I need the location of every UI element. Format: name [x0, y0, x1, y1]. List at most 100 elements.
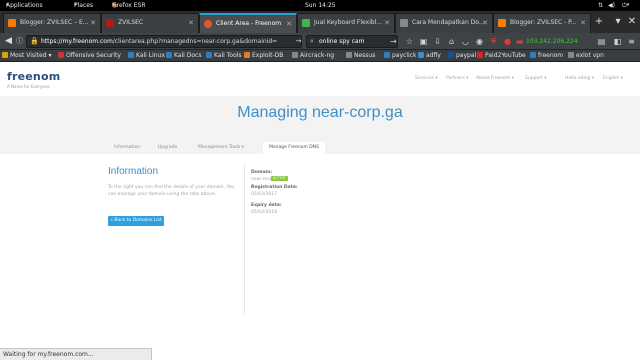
volume-icon[interactable]: ◀): [608, 0, 615, 11]
close-tab-icon[interactable]: ✕: [580, 14, 586, 32]
extension-icon[interactable]: ▤: [596, 36, 607, 47]
search-go-icon[interactable]: →: [388, 36, 399, 47]
go-arrow-icon[interactable]: →: [292, 35, 305, 48]
close-tab-icon[interactable]: ✕: [188, 14, 194, 32]
bookmark-label: payclick: [392, 52, 417, 59]
close-tab-icon[interactable]: ✕: [482, 14, 488, 32]
system-top-bar: Applications ▾ Places ▾ ● Firefox ESR ▾ …: [0, 0, 640, 11]
url-host: https://my.freenom.com: [41, 38, 113, 45]
clock[interactable]: Sun 14:25: [305, 0, 336, 11]
aircrack-icon: [292, 52, 298, 58]
bookmark-kali-tools[interactable]: Kali Tools: [206, 50, 242, 62]
adfly-icon: [418, 52, 424, 58]
bookmarks-toolbar: Most Visited ▾ Offensive Security Kali L…: [0, 50, 640, 62]
pocket-icon[interactable]: ◡: [460, 36, 471, 47]
bookmark-freenom[interactable]: freenom: [530, 50, 563, 62]
search-input[interactable]: ⌕ online spy cam: [306, 35, 398, 48]
tab-management-tools[interactable]: Management Tools ▾: [192, 142, 250, 154]
bookmarks-menu-icon[interactable]: ▣: [418, 36, 429, 47]
page-banner: Managing near-corp.ga: [0, 96, 640, 138]
information-heading: Information: [108, 166, 159, 177]
bookmark-star-icon[interactable]: ☆: [404, 36, 415, 47]
nav-partners[interactable]: Partners ▾: [446, 76, 468, 81]
addon-icon[interactable]: ◉: [474, 36, 485, 47]
tab-information[interactable]: Information: [108, 142, 146, 154]
network-icon[interactable]: ⇅: [598, 0, 603, 11]
tab-blogger-p[interactable]: Blogger: ZVILSEC - P... ✕: [493, 13, 591, 33]
status-bar: Waiting for my.freenom.com...: [0, 348, 152, 360]
tab-upgrade[interactable]: Upgrade: [152, 142, 183, 154]
bookmark-label: freenom: [538, 52, 564, 59]
bookmark-nessus[interactable]: Nessus: [346, 50, 375, 62]
power-icon[interactable]: ⏻ ▾: [622, 0, 629, 11]
addon-red-icon[interactable]: ●: [502, 36, 513, 47]
information-text: To the right you can find the details of…: [108, 185, 235, 197]
bookmark-most-visited[interactable]: Most Visited ▾: [2, 50, 51, 62]
vpn-icon: [568, 52, 574, 58]
shop-icon: [302, 19, 310, 27]
nav-language[interactable]: English ▾: [603, 76, 623, 81]
lock-icon: 🔒: [30, 37, 39, 45]
tab-label: Client Area - Freenom: [216, 20, 282, 27]
url-path: /clientarea.php?managedns=near-corp.ga&d…: [112, 38, 278, 45]
shield-icon[interactable]: ⛨: [488, 36, 499, 47]
bookmark-offensive-security[interactable]: Offensive Security: [58, 50, 121, 62]
bookmark-kali-linux[interactable]: Kali Linux: [128, 50, 165, 62]
url-bar[interactable]: 🔒 https://my.freenom.com/clientarea.php?…: [26, 35, 302, 48]
download-icon[interactable]: ⇩: [432, 36, 443, 47]
nav-support[interactable]: Support ▾: [525, 76, 546, 81]
new-tab-button[interactable]: +: [593, 15, 605, 29]
bookmark-label: Offensive Security: [66, 52, 121, 59]
back-to-domains-button[interactable]: « Back to Domains List: [108, 216, 164, 226]
hamburger-menu-icon[interactable]: ≡: [626, 36, 637, 47]
kali-icon: [128, 52, 134, 58]
column-divider: [244, 164, 245, 314]
tab-blogger-edit[interactable]: Blogger: ZVILSEC – E... ✕: [3, 13, 101, 33]
close-tab-icon[interactable]: ✕: [286, 15, 292, 33]
expiry-date-label: Expiry date:: [251, 203, 282, 208]
bookmark-label: exlot vpn: [576, 52, 604, 59]
exploit-db-icon: [244, 52, 250, 58]
tab-list-button[interactable]: ▾: [612, 15, 624, 29]
tab-cara-mendapatkan[interactable]: Cara Mendapatkan Do... ✕: [395, 13, 493, 33]
flag-icon[interactable]: ▬: [514, 36, 525, 47]
ip-address: 103.242.206.224: [526, 38, 578, 45]
domain-subnav: Information Upgrade Management Tools ▾ M…: [0, 138, 640, 154]
page-icon: [400, 19, 408, 27]
nav-about-freenom[interactable]: About Freenom ▾: [476, 76, 514, 81]
bookmark-adfly[interactable]: adfly: [418, 50, 441, 62]
nav-user-menu[interactable]: Hello ading ▾: [565, 76, 594, 81]
site-icon: [106, 19, 114, 27]
close-tab-icon[interactable]: ✕: [384, 14, 390, 32]
freenom-logo[interactable]: freenom: [7, 70, 60, 83]
tab-jual-keyboard[interactable]: Jual Keyboard Flexibl... ✕: [297, 13, 395, 33]
bookmark-exlot-vpn[interactable]: exlot vpn: [568, 50, 604, 62]
paid2youtube-icon: [477, 52, 483, 58]
home-icon[interactable]: ⌂: [446, 36, 457, 47]
tab-client-area-freenom[interactable]: Client Area - Freenom ✕: [199, 13, 297, 33]
bookmark-paid2youtube[interactable]: Paid2YouTube: [477, 50, 526, 62]
bookmark-label: paypal: [456, 52, 477, 59]
bookmark-kali-docs[interactable]: Kali Docs: [166, 50, 201, 62]
registration-date-label: Registration Date:: [251, 185, 298, 190]
screen: Applications ▾ Places ▾ ● Firefox ESR ▾ …: [0, 0, 640, 360]
bookmark-exploit-db[interactable]: Exploit-DB: [244, 50, 283, 62]
site-header: freenom A Name for Everyone Services ▾ P…: [0, 62, 640, 96]
tab-label: Blogger: ZVILSEC - P...: [510, 19, 577, 26]
gear-icon: [2, 52, 8, 58]
info-icon[interactable]: ⓘ: [13, 35, 26, 48]
navigation-bar: ◀ ⓘ 🔒 https://my.freenom.com/clientarea.…: [0, 33, 640, 50]
close-tab-icon[interactable]: ✕: [90, 14, 96, 32]
bookmark-paypal[interactable]: paypal: [448, 50, 476, 62]
bookmark-payclick[interactable]: payclick: [384, 50, 416, 62]
nav-services[interactable]: Services ▾: [415, 76, 438, 81]
payclick-icon: [384, 52, 390, 58]
close-window-icon[interactable]: ✕: [626, 15, 638, 29]
bookmark-label: Most Visited: [10, 52, 47, 59]
bookmark-aircrack-ng[interactable]: Aircrack-ng: [292, 50, 334, 62]
sidebar-icon[interactable]: ◧: [612, 36, 623, 47]
search-value: online spy cam: [319, 38, 365, 45]
expiry-date-value: 05/03/2018: [251, 210, 277, 215]
tab-zvilsec[interactable]: ZVILSEC ✕: [101, 13, 199, 33]
tab-manage-freenom-dns[interactable]: Manage Freenom DNS: [263, 142, 325, 154]
